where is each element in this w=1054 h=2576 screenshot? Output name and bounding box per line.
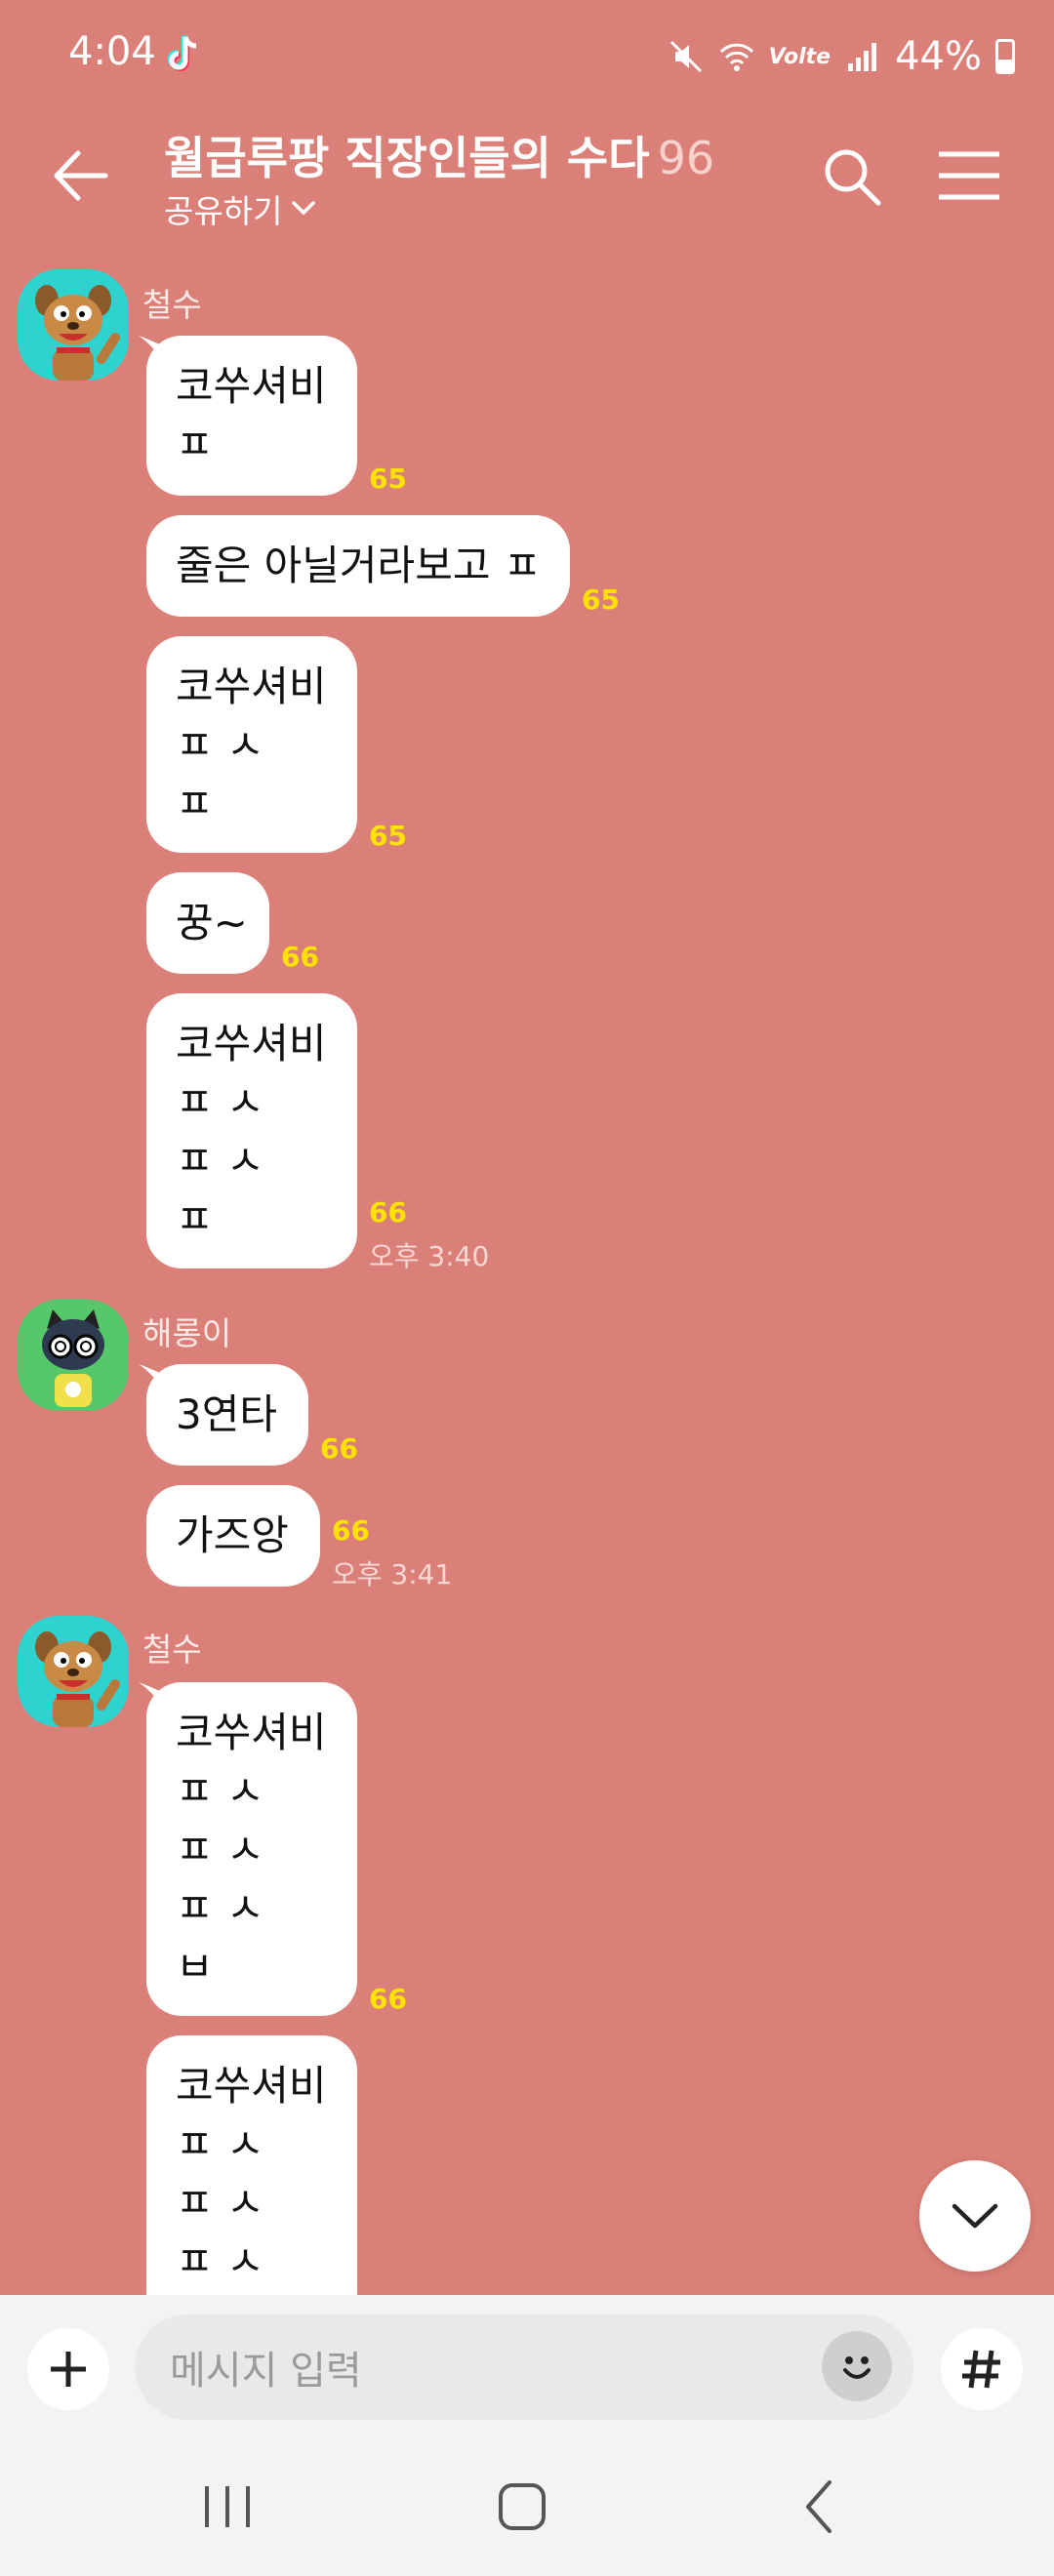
emoji-button[interactable]: [822, 2331, 892, 2401]
status-icons: Volte 44%: [668, 29, 1015, 84]
message-bubble[interactable]: 줄은 아닐거라보고 ㅍ: [146, 515, 570, 617]
battery-icon: [995, 39, 1015, 74]
message-bubble[interactable]: 코쑤셔비 ㅍ ㅅ ㅍ ㅅ ㅍ: [146, 993, 357, 1268]
cat-avatar[interactable]: [18, 1300, 129, 1411]
scroll-to-bottom-button[interactable]: [919, 2160, 1031, 2272]
ryan-dog-avatar[interactable]: [18, 1616, 129, 1727]
search-icon[interactable]: [820, 144, 884, 209]
status-time: 4:04: [68, 29, 156, 74]
member-count: 96: [657, 132, 715, 184]
message-bubble[interactable]: 코쑤셔비 ㅍ: [146, 336, 357, 496]
unread-count: 66: [320, 1432, 358, 1465]
unread-count: 66: [332, 1514, 370, 1547]
signal-icon: [848, 43, 877, 71]
attach-button[interactable]: [27, 2328, 109, 2410]
plus-icon: [51, 2352, 86, 2387]
battery-percent: 44%: [895, 34, 982, 79]
chevron-down-icon: [292, 201, 316, 216]
unread-count: 65: [369, 820, 407, 852]
home-icon[interactable]: [488, 2476, 556, 2537]
unread-count: 65: [369, 463, 407, 495]
message-input[interactable]: 메시지 입력: [135, 2314, 913, 2420]
message-bubble[interactable]: 코쑤셔비 ㅍ ㅅ ㅍ: [146, 636, 357, 853]
menu-icon[interactable]: [935, 146, 1003, 205]
recent-apps-icon[interactable]: [193, 2476, 262, 2537]
back-icon[interactable]: [787, 2476, 855, 2537]
message-bubble[interactable]: 가즈앙: [146, 1485, 320, 1587]
volte-label: Volte: [768, 44, 831, 69]
unread-count: 65: [582, 584, 620, 616]
sender-name: 철수: [142, 1630, 202, 1669]
unread-count: 66: [369, 1196, 407, 1228]
back-arrow-icon[interactable]: [47, 141, 115, 210]
chevron-down-icon: [952, 2203, 998, 2229]
chat-room-name: 월급루팡 직장인들의 수다: [164, 132, 650, 184]
sender-name: 철수: [142, 286, 202, 324]
wifi-icon: [719, 43, 753, 71]
message-time: 오후 3:40: [369, 1240, 490, 1272]
share-dropdown[interactable]: 공유하기: [164, 185, 317, 232]
share-label: 공유하기: [164, 192, 283, 230]
dog-character-icon: [35, 285, 120, 381]
message-bubble[interactable]: 코쑤셔비 ㅍ ㅅ ㅍ ㅅ ㅍ ㅅ: [146, 2035, 357, 2328]
sender-name: 해롱이: [142, 1314, 232, 1352]
dog-character-icon: [35, 1631, 120, 1727]
ryan-dog-avatar[interactable]: [18, 269, 129, 381]
unread-count: 66: [281, 941, 319, 973]
tiktok-icon: [168, 35, 197, 71]
message-time: 오후 3:41: [332, 1558, 453, 1590]
smiley-icon: [843, 2356, 871, 2379]
unread-count: 66: [369, 1983, 407, 2015]
hashtag-icon: [962, 2350, 1000, 2389]
message-bubble[interactable]: 꿍~: [146, 872, 269, 974]
cat-character-icon: [42, 1309, 104, 1407]
hashtag-button[interactable]: [941, 2328, 1023, 2410]
message-bubble[interactable]: 3연타: [146, 1364, 308, 1466]
chat-title: 월급루팡 직장인들의 수다 96: [164, 123, 714, 187]
mute-icon: [669, 40, 702, 73]
message-bubble[interactable]: 코쑤셔비 ㅍ ㅅ ㅍ ㅅ ㅍ ㅅ ㅂ: [146, 1682, 357, 2016]
